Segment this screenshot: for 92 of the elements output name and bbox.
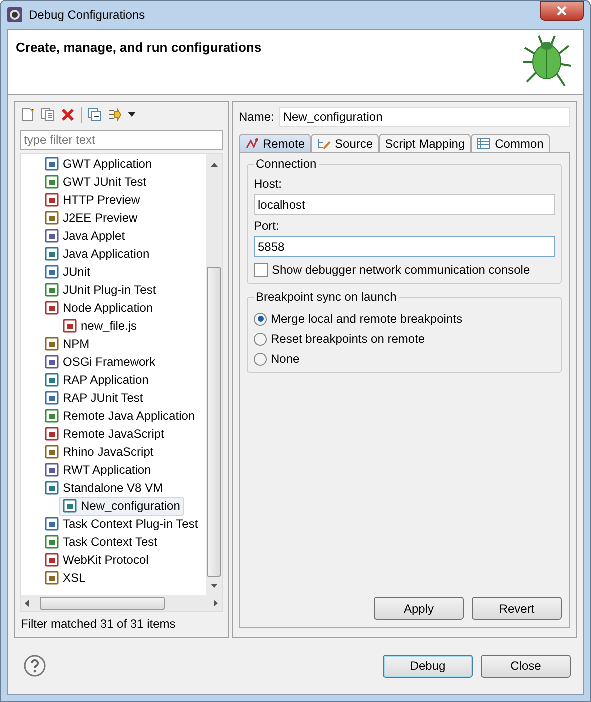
- window-title: Debug Configurations: [29, 8, 146, 22]
- tree-item[interactable]: Java Application: [41, 244, 154, 264]
- config-type-icon: [45, 247, 59, 261]
- copy-icon[interactable]: [41, 108, 55, 122]
- radio-button[interactable]: [254, 332, 267, 346]
- help-icon[interactable]: [24, 655, 46, 677]
- tree-item[interactable]: RAP JUnit Test: [41, 388, 148, 408]
- filter-status: Filter matched 31 of 31 items: [20, 616, 177, 633]
- table-icon: [477, 138, 492, 150]
- delete-icon[interactable]: [61, 108, 75, 122]
- config-type-icon: [45, 301, 59, 315]
- scroll-right-icon[interactable]: [213, 600, 219, 606]
- tree-item[interactable]: JUnit Plug-in Test: [41, 280, 160, 300]
- tree-item[interactable]: Task Context Plug-in Test: [41, 514, 202, 534]
- dialog-button[interactable]: Revert: [472, 597, 562, 620]
- scroll-up-icon[interactable]: [210, 162, 218, 168]
- port-label: Port:: [254, 219, 280, 233]
- host-field[interactable]: localhost: [254, 194, 555, 215]
- tree-item[interactable]: J2EE Preview: [41, 208, 142, 228]
- host-label: Host:: [254, 177, 284, 191]
- config-type-icon: [45, 355, 59, 369]
- tab[interactable]: Source: [311, 134, 380, 152]
- group-title: Connection: [255, 157, 318, 171]
- header-title: Create, manage, and run configurations: [16, 40, 262, 57]
- tree-item[interactable]: Standalone V8 VM: [41, 478, 168, 498]
- config-type-icon: [45, 517, 59, 531]
- tree-item[interactable]: Remote JavaScript: [41, 424, 168, 444]
- new-file-icon[interactable]: [21, 108, 35, 122]
- tree-item[interactable]: HTTP Preview: [41, 190, 144, 210]
- tree-item[interactable]: WebKit Protocol: [41, 550, 153, 570]
- radio-button[interactable]: [254, 352, 267, 366]
- tree-item[interactable]: GWT JUnit Test: [41, 172, 151, 192]
- scroll-down-icon[interactable]: [210, 583, 218, 589]
- config-type-icon: [63, 319, 77, 333]
- config-type-icon: [45, 445, 59, 459]
- dialog-button[interactable]: Close: [481, 654, 571, 678]
- horizontal-scrollbar[interactable]: [21, 595, 222, 611]
- tree-item[interactable]: Task Context Test: [41, 532, 162, 552]
- config-type-icon: [45, 373, 59, 387]
- tree-item[interactable]: New_configuration: [59, 496, 184, 516]
- dialog-button[interactable]: Apply: [374, 597, 464, 620]
- tree-item[interactable]: Node Application: [41, 298, 158, 318]
- close-button[interactable]: [540, 1, 584, 21]
- tree-item[interactable]: Rhino JavaScript: [41, 442, 158, 462]
- config-type-icon: [45, 553, 59, 567]
- tab[interactable]: Remote: [239, 134, 312, 152]
- config-type-icon: [45, 535, 59, 549]
- radio-button[interactable]: [254, 312, 267, 326]
- group-title: Breakpoint sync on launch: [255, 290, 398, 304]
- checkbox[interactable]: [254, 263, 268, 277]
- config-type-icon: [45, 265, 59, 279]
- scroll-left-icon[interactable]: [24, 600, 30, 606]
- config-type-icon: [45, 175, 59, 189]
- checkbox-label: Show debugger network communication console: [272, 263, 530, 277]
- tree-item[interactable]: OSGi Framework: [41, 352, 160, 372]
- name-field[interactable]: New_configuration: [279, 107, 570, 127]
- filter-icon[interactable]: [108, 108, 122, 122]
- config-type-icon: [45, 427, 59, 441]
- config-type-icon: [45, 337, 59, 351]
- config-type-icon: [45, 211, 59, 225]
- config-type-icon: [45, 391, 59, 405]
- config-type-icon: [45, 571, 59, 585]
- config-type-icon: [45, 193, 59, 207]
- tab[interactable]: Common: [471, 134, 550, 152]
- tree-item[interactable]: Java Applet: [41, 226, 130, 246]
- tree-item[interactable]: JUnit: [41, 262, 94, 282]
- tree-item[interactable]: RAP Application: [41, 370, 153, 390]
- tree-item[interactable]: RWT Application: [41, 460, 156, 480]
- tree-item[interactable]: GWT Application: [41, 154, 156, 174]
- port-field[interactable]: 5858: [254, 236, 555, 257]
- config-type-icon: [45, 409, 59, 423]
- config-type-icon: [45, 463, 59, 477]
- dialog-button[interactable]: Debug: [383, 654, 473, 678]
- config-type-icon: [45, 157, 59, 171]
- config-type-icon: [45, 229, 59, 243]
- tab[interactable]: Script Mapping: [379, 134, 472, 152]
- radio-label: None: [271, 352, 300, 366]
- close-icon: [557, 6, 567, 16]
- collapse-all-icon[interactable]: [88, 108, 102, 122]
- tree-item[interactable]: Remote Java Application: [41, 406, 200, 426]
- radio-label: Reset breakpoints on remote: [271, 332, 426, 346]
- config-type-icon: [45, 481, 59, 495]
- vertical-scrollbar[interactable]: [206, 154, 222, 595]
- filter-field[interactable]: type filter text: [20, 130, 223, 150]
- dropdown-arrow-icon[interactable]: [128, 112, 136, 118]
- config-type-icon: [45, 283, 59, 297]
- name-label: Name:: [239, 110, 274, 124]
- tree-item[interactable]: new_file.js: [59, 316, 142, 336]
- tree-item[interactable]: NPM: [41, 334, 94, 354]
- config-type-icon: [63, 499, 77, 513]
- tree-item[interactable]: XSL: [41, 568, 90, 588]
- radio-label: Merge local and remote breakpoints: [271, 312, 462, 326]
